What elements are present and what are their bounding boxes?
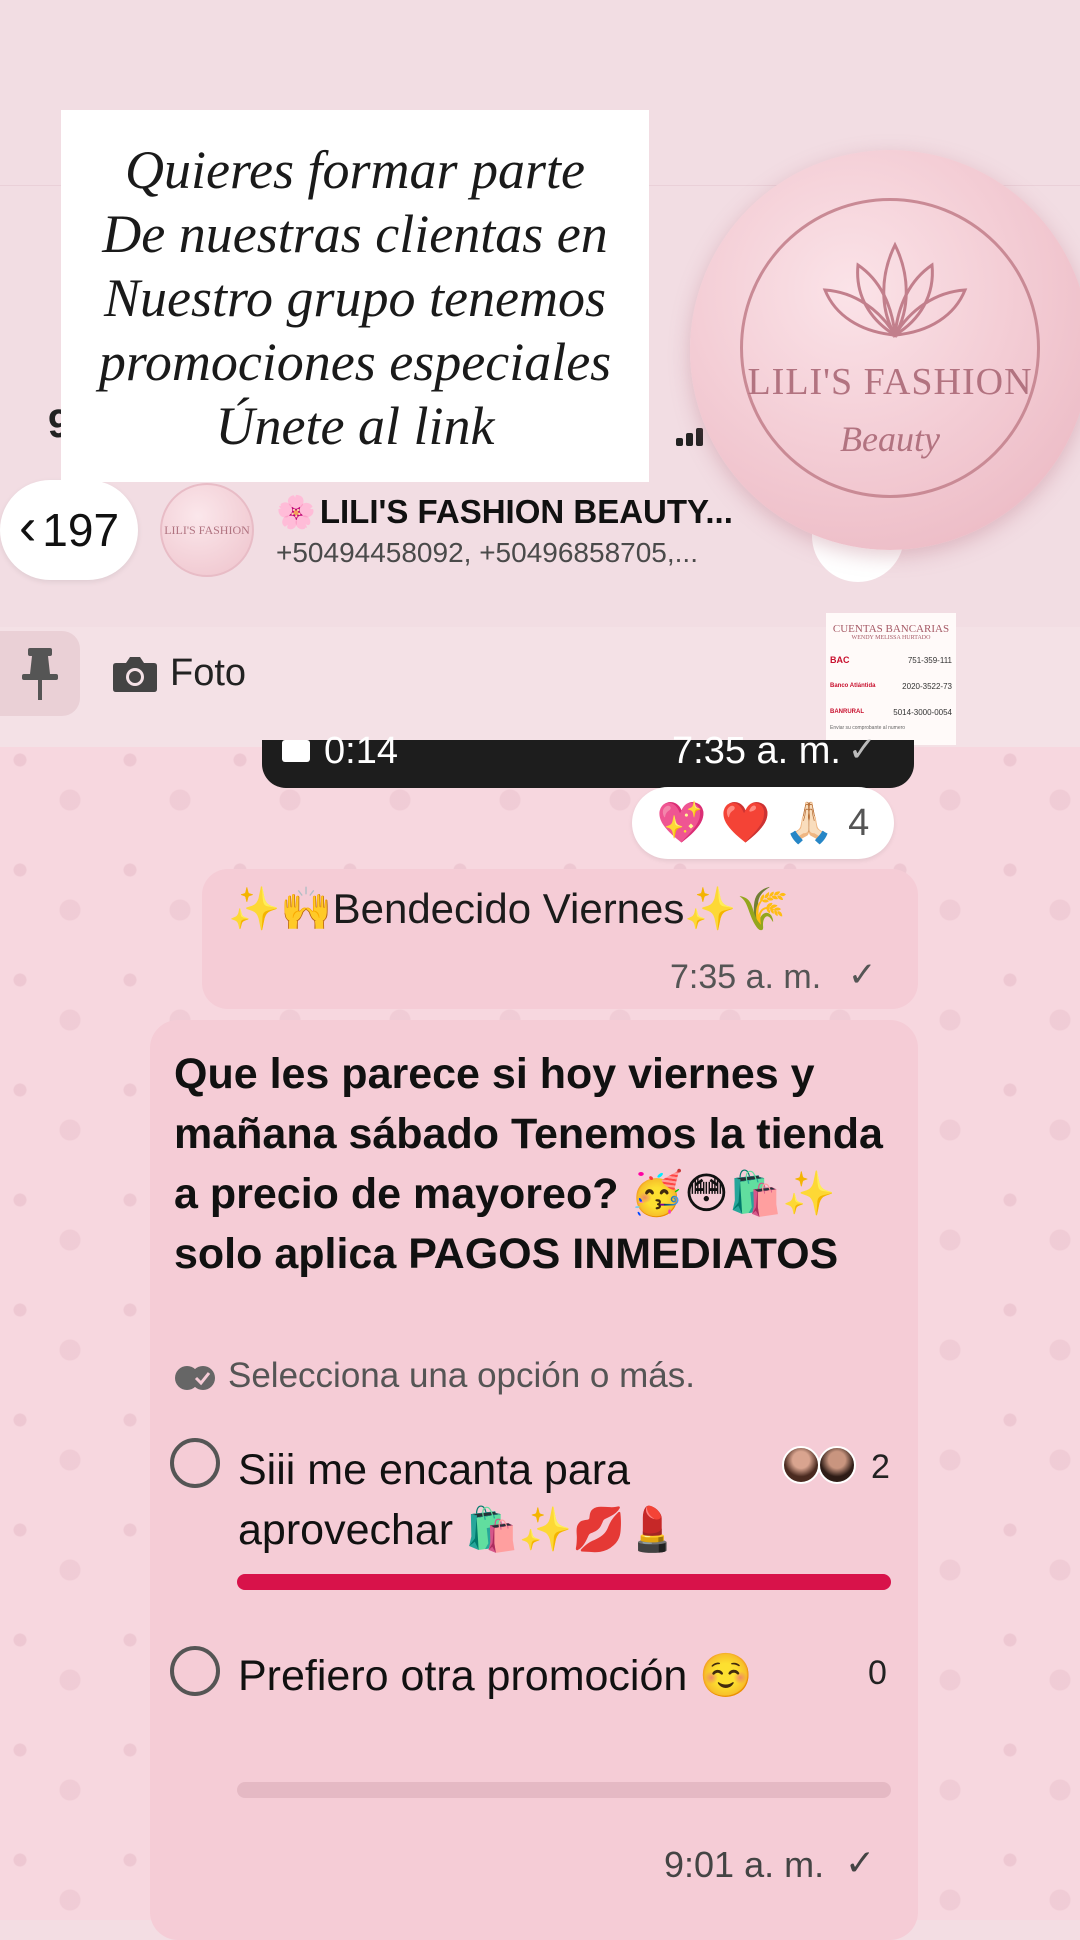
unread-count: 197 xyxy=(42,504,120,556)
promo-line: Nuestro grupo tenemos xyxy=(104,268,606,328)
poll-option-count: 0 xyxy=(868,1654,887,1692)
group-members[interactable]: +50494458092, +50496858705,... xyxy=(276,537,698,569)
lotus-icon xyxy=(822,241,968,338)
double-check-icon xyxy=(175,1366,215,1390)
poll-option-count: 2 xyxy=(871,1448,890,1486)
promo-overlay: Quieres formar parte De nuestras clienta… xyxy=(61,110,649,482)
praying-hands-reaction: 🙏🏻 xyxy=(784,801,835,845)
pinned-thumbnail[interactable]: CUENTAS BANCARIAS WENDY MELISSA HURTADO … xyxy=(826,613,956,745)
voter-avatar[interactable] xyxy=(782,1446,820,1484)
message-text: ✨🙌Bendecido Viernes✨🌾 xyxy=(228,885,789,932)
pin-button[interactable] xyxy=(0,631,80,716)
reactions-pill[interactable]: 💖 ❤️ 🙏🏻 4 xyxy=(632,787,894,859)
check-icon: ✓ xyxy=(848,956,877,994)
poll-option-radio[interactable] xyxy=(170,1438,220,1488)
brand-logo: LILI'S FASHION Beauty xyxy=(690,150,1080,550)
thumb-owner: WENDY MELISSA HURTADO xyxy=(851,635,931,641)
group-name[interactable]: 🌸 LILI'S FASHION BEAUTY... xyxy=(276,493,733,531)
group-avatar[interactable]: LILI'S FASHION xyxy=(160,483,254,577)
message-timestamp: 7:35 a. m. xyxy=(670,958,822,996)
logo-subtitle: Beauty xyxy=(840,419,940,459)
check-icon: ✓ xyxy=(848,731,877,769)
red-heart-reaction: ❤️ xyxy=(720,801,771,845)
check-icon: ✓ xyxy=(845,1842,876,1883)
poll-option-radio[interactable] xyxy=(170,1646,220,1696)
poll-option-bar xyxy=(237,1574,891,1590)
bank-row: BANRURAL 5014-3000-0054 xyxy=(830,707,952,717)
poll-question: Que les parece si hoy viernes y mañana s… xyxy=(174,1050,883,1278)
avatar-text: LILI'S FASHION xyxy=(164,522,250,537)
flower-icon: 🌸 xyxy=(276,494,316,530)
poll-hint: Selecciona una opción o más. xyxy=(228,1356,695,1395)
bank-row: Banco Atlántida 2020-3522-73 xyxy=(830,681,952,691)
video-timestamp: 7:35 a. m. xyxy=(672,730,841,772)
logo-title: LILI'S FASHION xyxy=(747,361,1033,403)
bank-row: BAC 751-359-111 xyxy=(830,655,952,665)
reaction-count: 4 xyxy=(848,801,870,844)
poll-option-bar-fill xyxy=(237,1574,891,1590)
group-name-text: LILI'S FASHION BEAUTY... xyxy=(319,493,733,530)
video-duration: 0:14 xyxy=(324,730,398,772)
thumb-title: CUENTAS BANCARIAS xyxy=(832,623,950,635)
promo-line: promociones especiales xyxy=(98,332,612,392)
pin-icon xyxy=(22,647,58,700)
poll-option-text[interactable]: Siii me encanta para aprovechar 🛍️✨💋💄 xyxy=(238,1440,758,1560)
poll-timestamp: 9:01 a. m. xyxy=(664,1844,825,1885)
promo-line: Únete al link xyxy=(215,396,495,456)
pinned-label: Foto xyxy=(170,652,247,694)
voter-avatar[interactable] xyxy=(818,1446,856,1484)
camera-icon xyxy=(113,657,157,692)
chevron-left-icon: ‹ xyxy=(18,498,37,556)
promo-line: De nuestras clientas en xyxy=(102,204,608,264)
video-icon xyxy=(282,740,310,762)
poll-option-bar xyxy=(237,1782,891,1798)
sparkling-heart-reaction: 💖 xyxy=(656,801,707,845)
poll-option-text[interactable]: Prefiero otra promoción ☺️ xyxy=(238,1646,758,1706)
promo-line: Quieres formar parte xyxy=(125,140,585,200)
back-button[interactable]: ‹ 197 xyxy=(0,480,138,580)
